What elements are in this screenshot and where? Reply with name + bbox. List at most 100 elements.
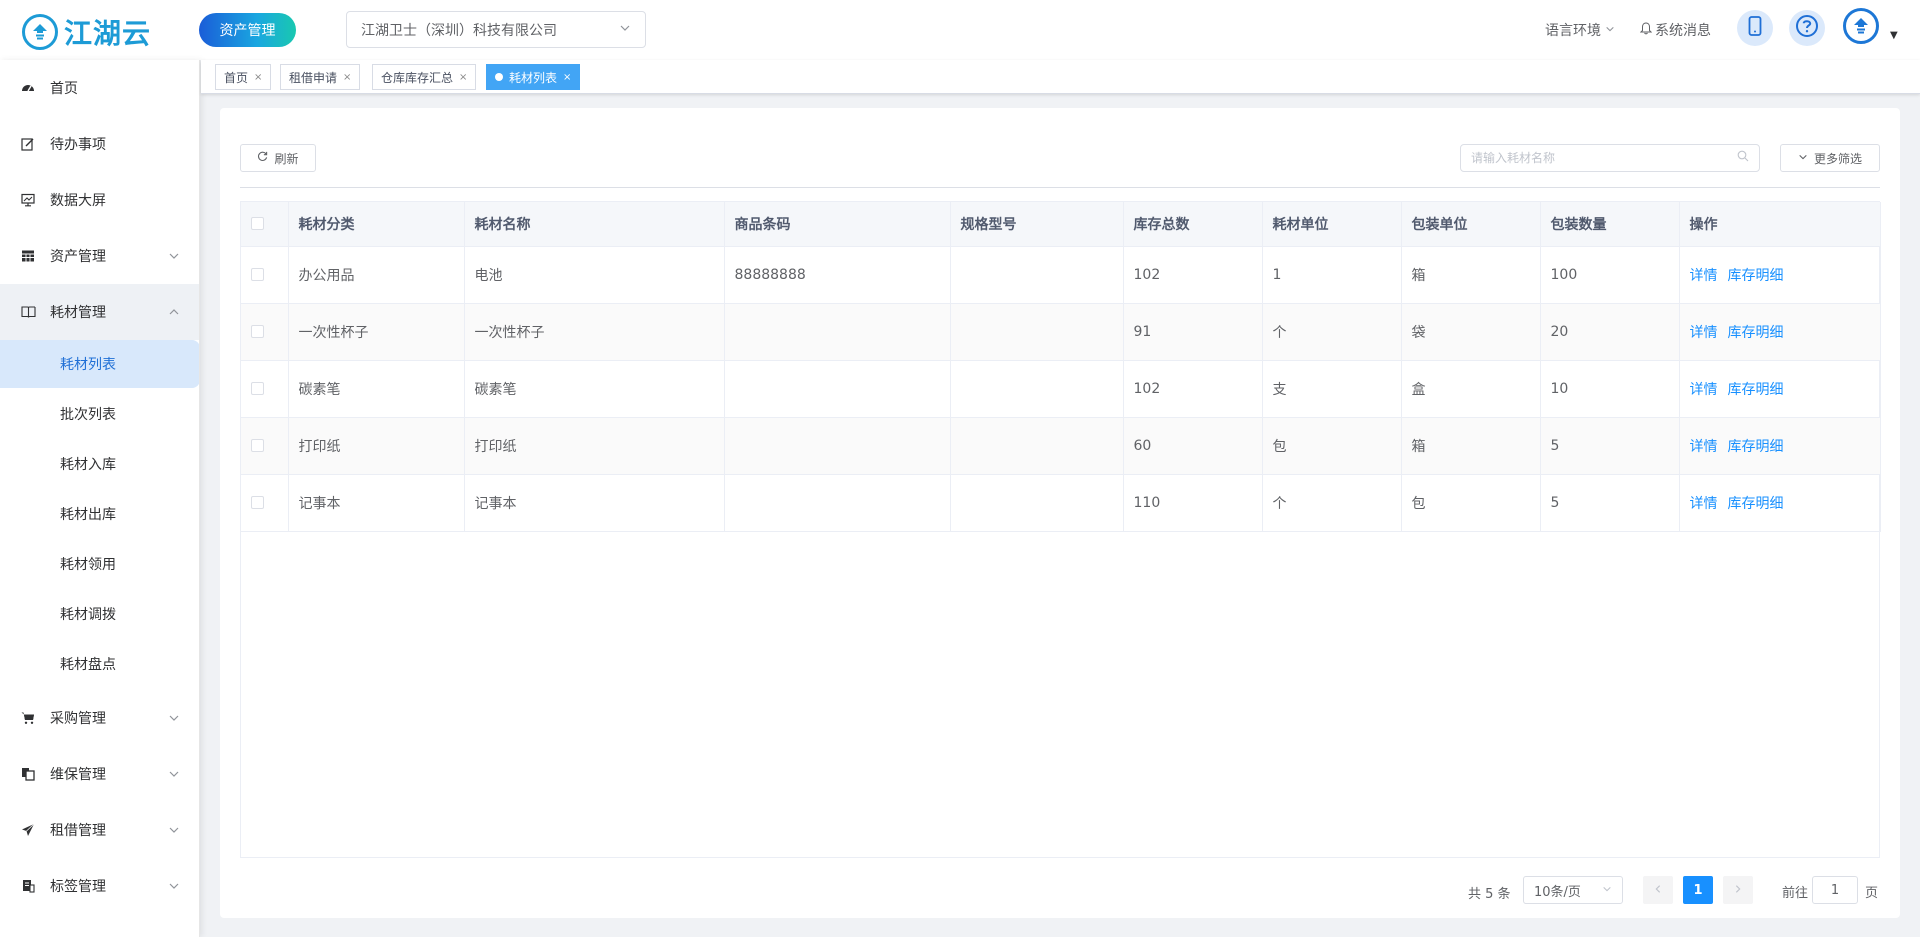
detail-link[interactable]: 详情 <box>1690 268 1718 284</box>
table-cell: 102 <box>1123 360 1263 418</box>
mobile-button[interactable] <box>1737 10 1773 46</box>
table-cell: 碳素笔 <box>464 360 725 418</box>
prev-page-button[interactable] <box>1643 876 1673 904</box>
column-header[interactable]: 耗材单位 <box>1262 202 1402 247</box>
column-header[interactable]: 耗材名称 <box>464 202 725 247</box>
search-icon[interactable] <box>1737 150 1749 166</box>
row-checkbox[interactable] <box>251 496 264 509</box>
column-header[interactable]: 规格型号 <box>950 202 1124 247</box>
sidebar-subitem-consumable-inbound[interactable]: 耗材入库 <box>0 440 199 488</box>
language-dropdown[interactable]: 语言环境 <box>1545 20 1615 40</box>
search-box[interactable] <box>1460 144 1760 172</box>
system-message-button[interactable]: 系统消息 <box>1639 20 1711 40</box>
sidebar-item-label: 维保管理 <box>50 767 106 783</box>
goto-label: 前往 <box>1782 886 1809 901</box>
sidebar-subitem-consumable-inventory[interactable]: 耗材盘点 <box>0 640 199 688</box>
sidebar-subitem-consumable-transfer[interactable]: 耗材调拨 <box>0 590 199 638</box>
column-header[interactable]: 包装数量 <box>1540 202 1680 247</box>
more-filter-button[interactable]: 更多筛选 <box>1780 144 1880 172</box>
sidebar-item-maintenance[interactable]: 维保管理 <box>0 746 199 802</box>
tag-lease-request[interactable]: 租借申请 × <box>280 64 361 90</box>
dashboard-icon <box>20 80 36 96</box>
table-cell <box>950 360 1124 418</box>
caret-down-icon[interactable]: ▼ <box>1890 30 1898 41</box>
actions-cell: 详情 库存明细 <box>1679 360 1881 418</box>
stock-detail-link[interactable]: 库存明细 <box>1728 268 1784 284</box>
module-switch-button[interactable]: 资产管理 <box>199 13 296 47</box>
goto-page-input[interactable] <box>1812 876 1858 904</box>
row-checkbox[interactable] <box>251 439 264 452</box>
table-row[interactable]: 碳素笔 碳素笔 102 支 盒 10 详情 库存明细 <box>241 360 1881 418</box>
chevron-down-icon <box>619 22 631 38</box>
table-row[interactable]: 打印纸 打印纸 60 包 箱 5 详情 库存明细 <box>241 417 1881 475</box>
table-cell: 100 <box>1540 246 1680 304</box>
sidebar-item-purchasing[interactable]: 采购管理 <box>0 690 199 746</box>
column-header[interactable]: 商品条码 <box>724 202 951 247</box>
table-cell: 袋 <box>1401 303 1541 361</box>
table-row[interactable]: 记事本 记事本 110 个 包 5 详情 库存明细 <box>241 474 1881 532</box>
close-icon[interactable]: × <box>563 72 571 83</box>
chevron-down-icon <box>168 880 180 896</box>
logo-icon <box>22 14 58 50</box>
table-row[interactable]: 办公用品 电池 88888888 102 1 箱 100 详情 库存明细 <box>241 246 1881 304</box>
sidebar-item-label: 采购管理 <box>50 711 106 727</box>
edit-icon <box>20 136 36 152</box>
search-input[interactable] <box>1471 151 1737 165</box>
column-header[interactable]: 包装单位 <box>1401 202 1541 247</box>
help-button[interactable] <box>1789 10 1825 46</box>
avatar[interactable] <box>1843 8 1879 44</box>
row-checkbox[interactable] <box>251 268 264 281</box>
table-cell: 箱 <box>1401 246 1541 304</box>
sidebar-subitem-consumable-requisition[interactable]: 耗材领用 <box>0 540 199 588</box>
copy-icon <box>20 766 36 782</box>
table-cell: 102 <box>1123 246 1263 304</box>
page-number-current[interactable]: 1 <box>1683 876 1713 904</box>
tag-consumable-list[interactable]: 耗材列表 × <box>486 64 581 90</box>
detail-link[interactable]: 详情 <box>1690 382 1718 398</box>
table-row[interactable]: 一次性杯子 一次性杯子 91 个 袋 20 详情 库存明细 <box>241 303 1881 361</box>
table-cell: 记事本 <box>288 474 465 532</box>
table-cell: 记事本 <box>464 474 725 532</box>
sidebar-subitem-consumable-outbound[interactable]: 耗材出库 <box>0 490 199 538</box>
stock-detail-link[interactable]: 库存明细 <box>1728 382 1784 398</box>
table-cell <box>950 246 1124 304</box>
table-cell: 60 <box>1123 417 1263 475</box>
mobile-icon <box>1748 16 1762 40</box>
sidebar-subitem-batch-list[interactable]: 批次列表 <box>0 390 199 438</box>
page-size-select[interactable]: 10条/页 <box>1523 876 1623 904</box>
detail-link[interactable]: 详情 <box>1690 439 1718 455</box>
column-header: 操作 <box>1679 202 1881 247</box>
sidebar-item-leasing[interactable]: 租借管理 <box>0 802 199 858</box>
row-checkbox[interactable] <box>251 382 264 395</box>
row-checkbox[interactable] <box>251 325 264 338</box>
select-all-checkbox[interactable] <box>251 217 264 231</box>
table-cell: 支 <box>1262 360 1402 418</box>
logo-text: 江湖云 <box>64 17 152 50</box>
next-page-button[interactable] <box>1723 876 1753 904</box>
printer-icon <box>20 878 36 894</box>
sidebar-item-consumables[interactable]: 耗材管理 <box>0 284 199 340</box>
stock-detail-link[interactable]: 库存明细 <box>1728 496 1784 512</box>
sidebar-item-assets[interactable]: 资产管理 <box>0 228 199 284</box>
sidebar-item-labels[interactable]: 标签管理 <box>0 858 199 914</box>
sidebar-item-todo[interactable]: 待办事项 <box>0 116 199 172</box>
tag-warehouse-stock-summary[interactable]: 仓库库存汇总 × <box>372 64 477 90</box>
sidebar-item-home[interactable]: 首页 <box>0 60 199 116</box>
tag-home[interactable]: 首页 × <box>215 64 272 90</box>
logo[interactable]: 江湖云 <box>22 12 151 52</box>
chevron-up-icon <box>168 306 180 322</box>
close-icon[interactable]: × <box>459 72 467 83</box>
refresh-button[interactable]: 刷新 <box>240 144 316 172</box>
sidebar-item-data-screen[interactable]: 数据大屏 <box>0 172 199 228</box>
detail-link[interactable]: 详情 <box>1690 496 1718 512</box>
column-header[interactable]: 耗材分类 <box>288 202 465 247</box>
stock-detail-link[interactable]: 库存明细 <box>1728 439 1784 455</box>
close-icon[interactable]: × <box>343 72 351 83</box>
stock-detail-link[interactable]: 库存明细 <box>1728 325 1784 341</box>
column-header[interactable]: 库存总数 <box>1123 202 1263 247</box>
sidebar-subitem-consumable-list[interactable]: 耗材列表 <box>0 340 199 388</box>
sidebar-item-label: 标签管理 <box>50 879 106 895</box>
company-select[interactable]: 江湖卫士（深圳）科技有限公司 <box>346 11 646 48</box>
detail-link[interactable]: 详情 <box>1690 325 1718 341</box>
close-icon[interactable]: × <box>254 72 262 83</box>
